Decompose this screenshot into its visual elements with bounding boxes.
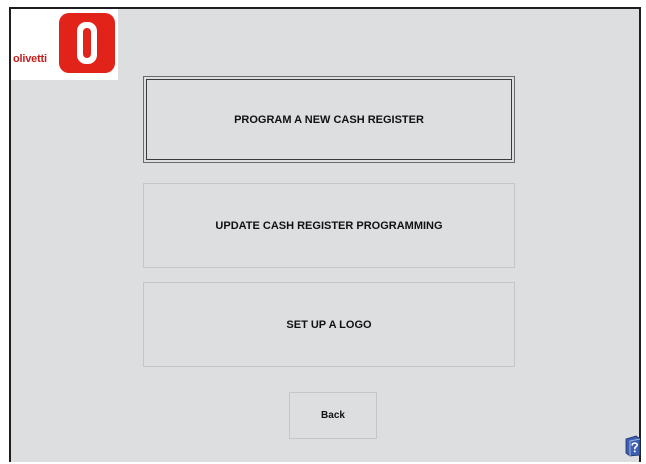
program-new-cash-register-label: PROGRAM A NEW CASH REGISTER: [234, 113, 424, 126]
help-book-icon[interactable]: [624, 435, 642, 457]
olivetti-logo: olivetti: [11, 9, 118, 80]
program-new-cash-register-button[interactable]: PROGRAM A NEW CASH REGISTER: [143, 76, 515, 163]
olivetti-logo-mark-icon: [59, 13, 115, 73]
back-button[interactable]: Back: [289, 392, 377, 439]
set-up-logo-button[interactable]: SET UP A LOGO: [143, 282, 515, 367]
main-window: olivetti PROGRAM A NEW CASH REGISTER UPD…: [9, 7, 641, 462]
logo-brand-text: olivetti: [13, 53, 47, 65]
update-cash-register-programming-label: UPDATE CASH REGISTER PROGRAMMING: [215, 219, 443, 232]
update-cash-register-programming-button[interactable]: UPDATE CASH REGISTER PROGRAMMING: [143, 183, 515, 268]
set-up-logo-label: SET UP A LOGO: [286, 318, 372, 331]
back-label: Back: [321, 410, 345, 421]
